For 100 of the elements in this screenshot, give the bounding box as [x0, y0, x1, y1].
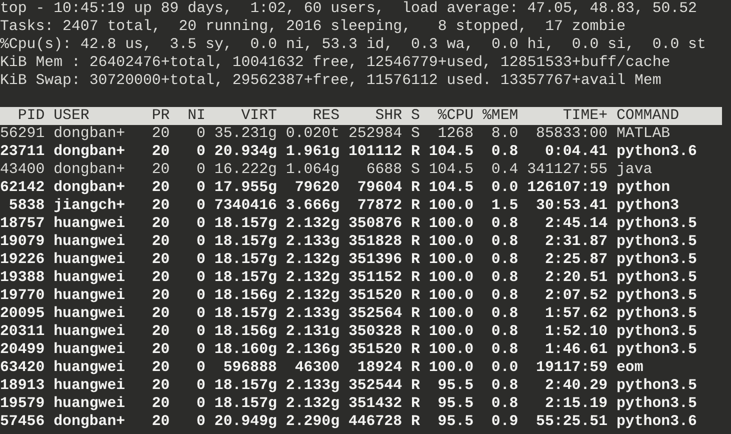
- table-cell: 0.0: [491, 179, 518, 197]
- table-cell: 0:04.41: [544, 143, 608, 161]
- table-cell: python3.5: [616, 287, 697, 305]
- table-cell: 1.961g: [286, 143, 340, 161]
- table-cell: 2.290g: [286, 413, 340, 431]
- table-cell: 352564: [348, 305, 402, 323]
- table-cell: 341127:55: [527, 161, 608, 179]
- column-header: NI: [188, 107, 206, 125]
- table-cell: 57456: [0, 413, 45, 431]
- table-cell: 18.157g: [214, 251, 277, 269]
- table-cell: MATLAB: [616, 125, 670, 143]
- table-cell: 100.0: [428, 341, 474, 359]
- table-cell: python3.5: [616, 323, 697, 341]
- table-cell: 2.132g: [286, 269, 340, 287]
- table-cell: 0.020t: [286, 125, 340, 143]
- table-cell: 95.5: [438, 377, 474, 395]
- table-cell: 0: [196, 161, 206, 179]
- table-cell: 2.133g: [286, 305, 340, 323]
- table-cell: 46300: [294, 359, 340, 377]
- table-cell: 0: [196, 359, 206, 377]
- table-cell: 20: [152, 323, 170, 341]
- table-cell: 20: [152, 359, 170, 377]
- table-cell: 7340416: [214, 197, 277, 215]
- table-cell: 19117:59: [536, 359, 608, 377]
- table-cell: 0.8: [491, 251, 518, 269]
- table-cell: 0: [196, 197, 206, 215]
- table-cell: R: [410, 251, 420, 269]
- table-cell: 43400: [0, 161, 45, 179]
- table-cell: 2:31.87: [544, 233, 608, 251]
- table-cell: 1:46.61: [544, 341, 608, 359]
- table-cell: 2:20.51: [544, 269, 608, 287]
- table-cell: 100.0: [428, 197, 474, 215]
- table-cell: 0: [196, 251, 206, 269]
- column-header: %CPU: [438, 107, 474, 125]
- table-cell: R: [410, 269, 420, 287]
- column-header: %MEM: [482, 107, 518, 125]
- table-cell: 3.666g: [286, 197, 340, 215]
- table-cell: R: [410, 305, 420, 323]
- table-cell: R: [410, 287, 420, 305]
- table-cell: 252984: [348, 125, 402, 143]
- summary-line: %Cpu(s): 42.8 us, 3.5 sy, 0.0 ni, 53.3 id, 0.3 wa, 0.0 hi, 0.0 si, 0.0 st: [0, 36, 706, 54]
- summary-line: KiB Mem : 26402476+total, 10041632 free, 12546779+used, 12851533+buff/cache: [0, 54, 670, 72]
- table-cell: 0: [196, 179, 206, 197]
- table-cell: 0.0: [491, 359, 518, 377]
- table-cell: 20: [152, 233, 170, 251]
- table-cell: 0: [196, 323, 206, 341]
- table-cell: python3.6: [616, 413, 697, 431]
- table-cell: 18.156g: [214, 323, 277, 341]
- table-cell: 8.0: [491, 125, 518, 143]
- table-cell: python3.6: [616, 143, 697, 161]
- table-cell: 2.131g: [286, 323, 340, 341]
- column-header: USER: [54, 107, 90, 125]
- table-cell: python3.5: [616, 251, 697, 269]
- column-header: S: [410, 107, 420, 125]
- table-cell: python3.5: [616, 395, 697, 413]
- table-cell: 2:07.52: [544, 287, 608, 305]
- column-header: COMMAND: [616, 107, 680, 125]
- table-cell: 18.157g: [214, 395, 277, 413]
- table-cell: 2.132g: [286, 215, 340, 233]
- table-cell: S: [410, 125, 420, 143]
- table-cell: 95.5: [438, 395, 474, 413]
- table-cell: 55:25.51: [536, 413, 608, 431]
- table-cell: 18913: [0, 377, 45, 395]
- table-cell: 2:15.19: [544, 395, 608, 413]
- table-cell: 2:45.14: [544, 215, 608, 233]
- table-cell: 100.0: [428, 323, 474, 341]
- table-cell: java: [616, 161, 652, 179]
- table-cell: 0: [196, 125, 206, 143]
- table-cell: 2.133g: [286, 233, 340, 251]
- table-cell: S: [410, 161, 420, 179]
- table-cell: dongban+: [54, 179, 126, 197]
- table-cell: 20: [152, 197, 170, 215]
- table-cell: python3.5: [616, 341, 697, 359]
- table-cell: python3.5: [616, 233, 697, 251]
- table-cell: 100.0: [428, 233, 474, 251]
- table-cell: python3.5: [616, 377, 697, 395]
- table-cell: 104.5: [428, 161, 474, 179]
- table-cell: dongban+: [54, 143, 126, 161]
- table-cell: 0: [196, 233, 206, 251]
- table-cell: 0.9: [491, 413, 518, 431]
- table-cell: 20: [152, 179, 170, 197]
- table-cell: dongban+: [54, 413, 126, 431]
- table-cell: 20: [152, 413, 170, 431]
- table-cell: huangwei: [54, 305, 126, 323]
- table-cell: 1.5: [491, 197, 518, 215]
- table-cell: jiangch+: [54, 197, 126, 215]
- table-cell: 1:52.10: [544, 323, 608, 341]
- table-cell: 79620: [294, 179, 340, 197]
- table-cell: 350876: [348, 215, 402, 233]
- table-cell: 2.132g: [286, 287, 340, 305]
- column-header: PID: [18, 107, 45, 125]
- table-cell: 0: [196, 305, 206, 323]
- table-cell: 18.157g: [214, 377, 277, 395]
- column-header: RES: [312, 107, 340, 125]
- table-cell: 100.0: [428, 215, 474, 233]
- table-cell: 100.0: [428, 359, 474, 377]
- table-cell: huangwei: [54, 269, 126, 287]
- table-cell: 20499: [0, 341, 45, 359]
- table-cell: 1:57.62: [544, 305, 608, 323]
- table-cell: 20095: [0, 305, 45, 323]
